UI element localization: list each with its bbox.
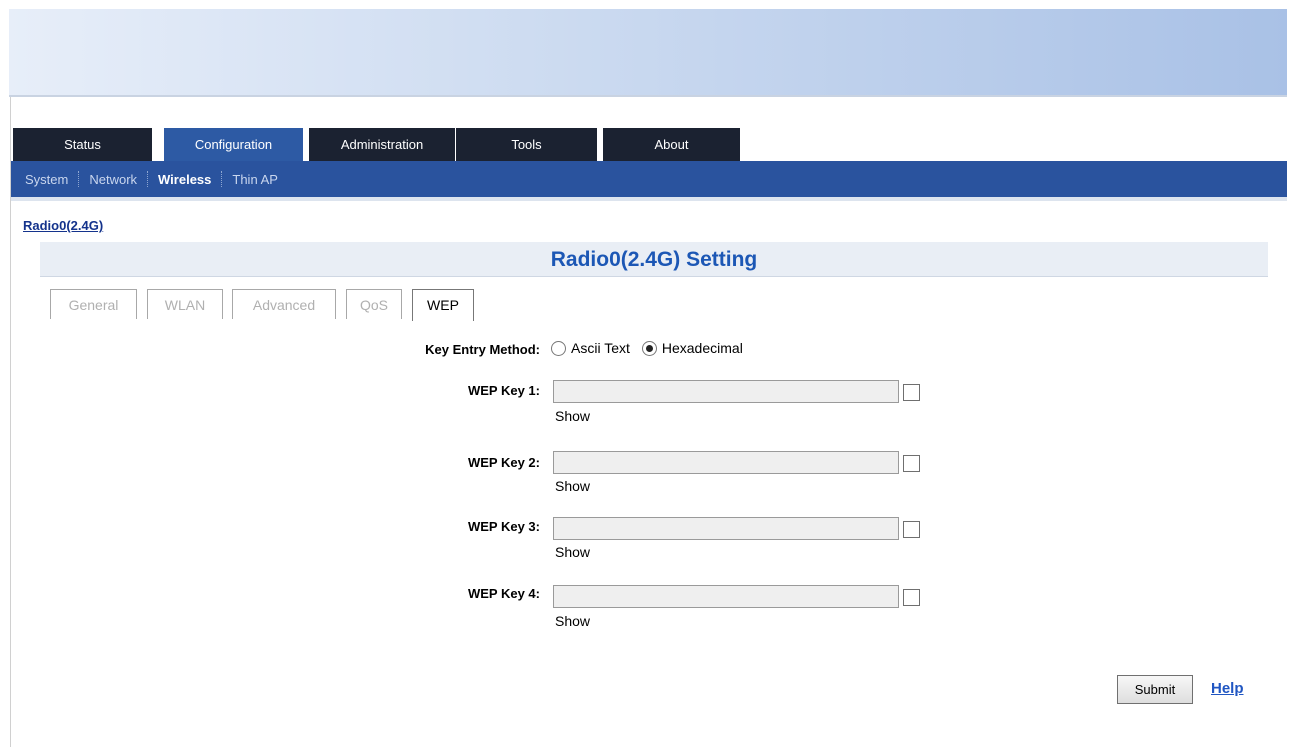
subnav-separator [221,171,223,187]
page-title: Radio0(2.4G) Setting [40,242,1268,277]
wep-key-2-show-label: Show [555,478,591,494]
tab-configuration[interactable]: Configuration [164,128,303,161]
hexadecimal-radio[interactable] [641,340,657,356]
wep-key-4-show-label: Show [555,613,591,629]
wep-key-2-label: WEP Key 2: [467,455,540,470]
wep-key-1-label: WEP Key 1: [467,383,540,398]
sub-navigation: System Network Wireless Thin AP [11,161,1287,201]
subnav-system[interactable]: System [25,172,68,187]
subnav-separator [78,171,80,187]
tab-administration[interactable]: Administration [309,128,455,161]
wep-key-3-show-checkbox[interactable] [903,521,920,538]
submit-button[interactable]: Submit [1117,675,1193,704]
radio0-link[interactable]: Radio0(2.4G) [23,218,103,233]
header-banner [9,9,1287,97]
wep-key-1-show-checkbox[interactable] [903,384,920,401]
subtab-wlan[interactable]: WLAN [147,289,223,319]
key-entry-method-label: Key Entry Method: [425,342,540,357]
subtab-qos[interactable]: QoS [346,289,402,319]
wep-key-2-show-checkbox[interactable] [903,455,920,472]
ascii-text-label: Ascii Text [571,340,630,356]
ascii-text-radio[interactable] [551,340,566,356]
subtab-wep[interactable]: WEP [412,289,474,321]
help-link[interactable]: Help [1211,680,1244,697]
hexadecimal-label: Hexadecimal [661,340,743,356]
tab-about[interactable]: About [603,128,740,161]
wep-key-3-label: WEP Key 3: [467,519,540,534]
subtab-advanced[interactable]: Advanced [232,289,336,319]
wep-key-4-show-checkbox[interactable] [903,589,920,606]
subtab-general[interactable]: General [50,289,137,319]
subnav-wireless[interactable]: Wireless [158,172,211,187]
subnav-separator [147,171,149,187]
wep-key-3-show-label: Show [555,544,591,560]
tab-status[interactable]: Status [13,128,152,161]
subnav-thin-ap[interactable]: Thin AP [232,172,278,187]
wep-key-3-input[interactable] [553,517,899,540]
wep-key-4-input[interactable] [553,585,899,608]
wep-key-1-show-label: Show [555,408,591,424]
wep-key-1-input[interactable] [553,380,899,403]
wep-key-2-input[interactable] [553,451,899,474]
wep-key-4-label: WEP Key 4: [467,586,540,601]
subnav-network[interactable]: Network [89,172,137,187]
key-entry-method-group: Ascii Text Hexadecimal [551,340,755,356]
tab-tools[interactable]: Tools [456,128,597,161]
